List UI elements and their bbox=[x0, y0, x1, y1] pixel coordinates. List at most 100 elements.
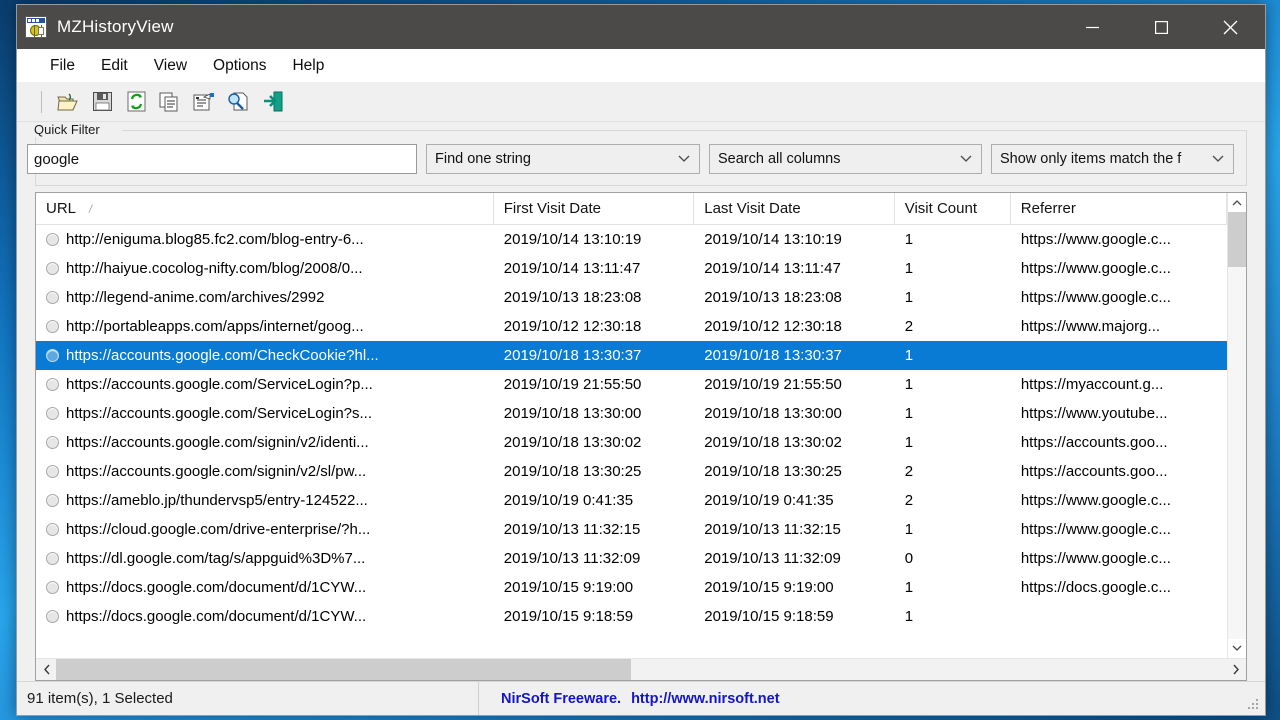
cell-last-visit: 2019/10/15 9:18:59 bbox=[704, 608, 834, 625]
quick-filter-input[interactable] bbox=[27, 144, 417, 174]
cell-referrer: https://www.google.c... bbox=[1020, 231, 1171, 248]
title-bar: MZHistoryView bbox=[17, 5, 1265, 49]
cell-first-visit: 2019/10/13 11:32:15 bbox=[503, 521, 641, 538]
table-row[interactable]: http://eniguma.blog85.fc2.com/blog-entry… bbox=[36, 225, 1227, 254]
list-header: URL ⁄ First Visit Date Last Visit Date Visit… bbox=[36, 193, 1227, 225]
menu-item-edit[interactable]: Edit bbox=[90, 55, 139, 77]
table-row[interactable]: https://ameblo.jp/thundervsp5/entry-1245… bbox=[36, 486, 1227, 515]
maximize-button[interactable] bbox=[1127, 5, 1196, 49]
table-row[interactable]: http://portableapps.com/apps/internet/go… bbox=[36, 312, 1227, 341]
table-row[interactable]: https://accounts.google.com/signin/v2/sl… bbox=[36, 457, 1227, 486]
refresh-icon[interactable] bbox=[119, 87, 153, 117]
menu-item-view[interactable]: View bbox=[143, 55, 198, 77]
table-row[interactable]: https://accounts.google.com/signin/v2/id… bbox=[36, 428, 1227, 457]
cell-last-visit: 2019/10/19 0:41:35 bbox=[704, 492, 834, 509]
visited-dot-icon bbox=[46, 320, 59, 333]
filter-columns-select[interactable]: Search all columns bbox=[709, 144, 982, 174]
horizontal-scroll-track[interactable] bbox=[56, 659, 1226, 680]
history-list: URL ⁄ First Visit Date Last Visit Date Visit… bbox=[35, 192, 1247, 681]
cell-url: http://portableapps.com/apps/internet/go… bbox=[36, 318, 494, 335]
cell-url: https://accounts.google.com/ServiceLogin… bbox=[36, 405, 494, 422]
cell-visit-count: 1 bbox=[904, 231, 914, 248]
menu-item-help[interactable]: Help bbox=[281, 55, 335, 77]
chevron-down-icon bbox=[955, 155, 977, 163]
cell-referrer: https://www.google.c... bbox=[1020, 550, 1171, 567]
cell-visit-count: 2 bbox=[904, 492, 914, 509]
cell-first-visit: 2019/10/13 18:23:08 bbox=[503, 289, 642, 306]
vertical-scroll-thumb[interactable] bbox=[1228, 212, 1246, 267]
cell-visit-count: 1 bbox=[904, 347, 914, 364]
cell-visit-count: 1 bbox=[904, 608, 914, 625]
nirsoft-label: NirSoft Freeware. bbox=[501, 690, 622, 707]
vertical-scrollbar[interactable] bbox=[1227, 193, 1246, 658]
menu-item-file[interactable]: File bbox=[39, 55, 86, 77]
url-text: https://cloud.google.com/drive-enterpris… bbox=[66, 521, 371, 538]
column-header-last-visit-date[interactable]: Last Visit Date bbox=[694, 193, 895, 224]
save-icon[interactable] bbox=[85, 87, 119, 117]
column-header-referrer[interactable]: Referrer bbox=[1011, 193, 1227, 224]
horizontal-scroll-thumb[interactable] bbox=[56, 659, 631, 680]
cell-referrer: https://www.google.c... bbox=[1020, 289, 1171, 306]
column-header-url[interactable]: URL ⁄ bbox=[36, 193, 494, 224]
cell-last-visit: 2019/10/18 13:30:37 bbox=[704, 347, 842, 364]
column-header-first-visit-date[interactable]: First Visit Date bbox=[494, 193, 695, 224]
cell-visit-count: 1 bbox=[904, 579, 914, 596]
open-icon[interactable] bbox=[51, 87, 85, 117]
table-row[interactable]: https://accounts.google.com/CheckCookie?… bbox=[36, 341, 1227, 370]
scroll-down-icon[interactable] bbox=[1228, 639, 1246, 658]
cell-visit-count: 1 bbox=[904, 260, 914, 277]
toolbar-separator bbox=[41, 90, 42, 113]
minimize-button[interactable] bbox=[1058, 5, 1127, 49]
resize-grip[interactable] bbox=[1248, 699, 1261, 712]
url-text: http://portableapps.com/apps/internet/go… bbox=[66, 318, 364, 335]
visited-dot-icon bbox=[46, 552, 59, 565]
column-header-visit-count[interactable]: Visit Count bbox=[895, 193, 1011, 224]
filter-mode-select[interactable]: Find one string bbox=[426, 144, 700, 174]
cell-visit-count: 2 bbox=[904, 318, 914, 335]
table-row[interactable]: http://legend-anime.com/archives/2992 201… bbox=[36, 283, 1227, 312]
app-window: MZHistoryView File Edit View Options Hel… bbox=[16, 4, 1266, 716]
scroll-left-icon[interactable] bbox=[36, 664, 56, 675]
cell-first-visit: 2019/10/18 13:30:02 bbox=[503, 434, 642, 451]
cell-last-visit: 2019/10/14 13:11:47 bbox=[704, 260, 841, 277]
cell-last-visit: 2019/10/13 11:32:15 bbox=[704, 521, 841, 538]
cell-first-visit: 2019/10/12 12:30:18 bbox=[503, 318, 642, 335]
find-icon[interactable] bbox=[221, 87, 255, 117]
chevron-down-icon bbox=[673, 155, 695, 163]
copy-icon[interactable] bbox=[153, 87, 187, 117]
table-row[interactable]: https://accounts.google.com/ServiceLogin… bbox=[36, 370, 1227, 399]
properties-icon[interactable] bbox=[187, 87, 221, 117]
table-row[interactable]: https://dl.google.com/tag/s/appguid%3D%7… bbox=[36, 544, 1227, 573]
visited-dot-icon bbox=[46, 581, 59, 594]
scroll-right-icon[interactable] bbox=[1226, 664, 1246, 675]
cell-visit-count: 1 bbox=[904, 376, 914, 393]
table-row[interactable]: https://docs.google.com/document/d/1CYW.… bbox=[36, 602, 1227, 631]
exit-icon[interactable] bbox=[255, 87, 289, 117]
cell-first-visit: 2019/10/18 13:30:37 bbox=[503, 347, 642, 364]
close-button[interactable] bbox=[1196, 5, 1265, 49]
visited-dot-icon bbox=[46, 349, 59, 362]
visited-dot-icon bbox=[46, 378, 59, 391]
menu-item-options[interactable]: Options bbox=[202, 55, 277, 77]
vertical-scroll-track[interactable] bbox=[1228, 212, 1246, 639]
cell-url: https://accounts.google.com/ServiceLogin… bbox=[36, 376, 494, 393]
nirsoft-link[interactable]: http://www.nirsoft.net bbox=[631, 691, 779, 707]
filter-show-value: Show only items match the f bbox=[1000, 151, 1182, 167]
table-row[interactable]: https://accounts.google.com/ServiceLogin… bbox=[36, 399, 1227, 428]
horizontal-scrollbar[interactable] bbox=[36, 658, 1246, 680]
url-text: https://accounts.google.com/ServiceLogin… bbox=[66, 405, 373, 422]
table-row[interactable]: https://cloud.google.com/drive-enterpris… bbox=[36, 515, 1227, 544]
cell-referrer: https://docs.google.c... bbox=[1020, 579, 1171, 596]
visited-dot-icon bbox=[46, 291, 59, 304]
table-row[interactable]: http://haiyue.cocolog-nifty.com/blog/200… bbox=[36, 254, 1227, 283]
menu-bar: File Edit View Options Help bbox=[17, 49, 1265, 82]
cell-url: https://accounts.google.com/CheckCookie?… bbox=[36, 347, 494, 364]
cell-url: http://haiyue.cocolog-nifty.com/blog/200… bbox=[36, 260, 494, 277]
filter-show-select[interactable]: Show only items match the f bbox=[991, 144, 1234, 174]
cell-first-visit: 2019/10/14 13:11:47 bbox=[503, 260, 641, 277]
table-row[interactable]: https://docs.google.com/document/d/1CYW.… bbox=[36, 573, 1227, 602]
visited-dot-icon bbox=[46, 436, 59, 449]
url-text: http://haiyue.cocolog-nifty.com/blog/200… bbox=[66, 260, 363, 277]
scroll-up-icon[interactable] bbox=[1228, 193, 1246, 212]
cell-first-visit: 2019/10/18 13:30:25 bbox=[503, 463, 642, 480]
